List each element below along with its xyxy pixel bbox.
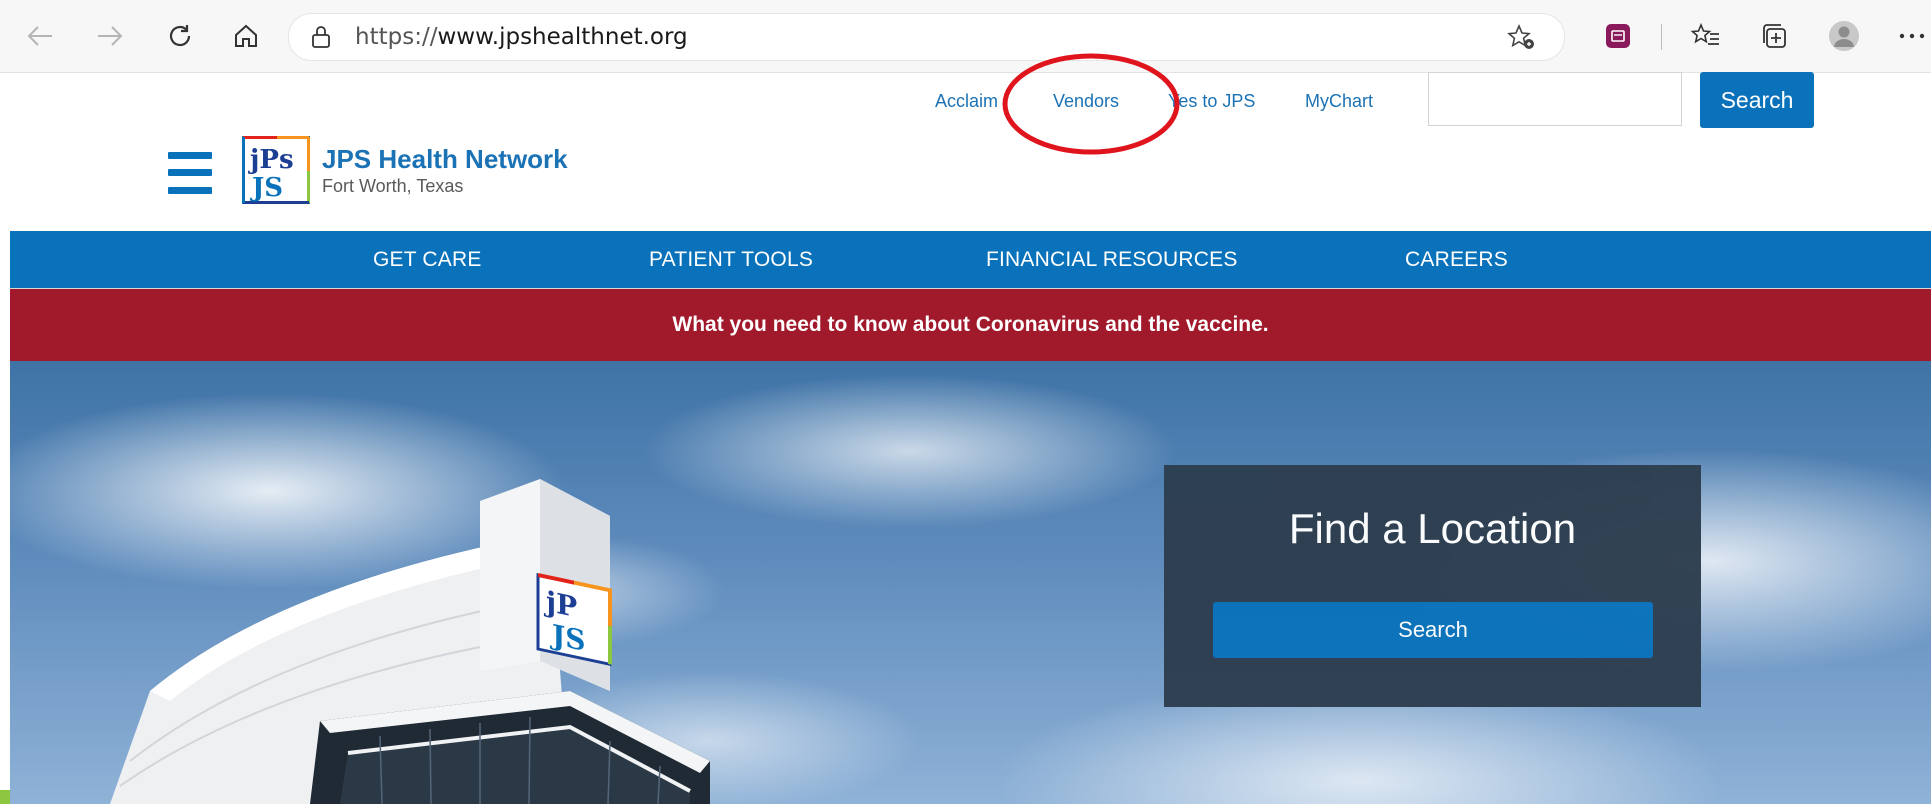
hospital-building-illustration: jP JS: [110, 479, 710, 804]
lock-icon: [312, 26, 330, 48]
favorites-button[interactable]: [1688, 18, 1724, 54]
utility-link-acclaim[interactable]: Acclaim: [935, 91, 998, 112]
jps-logo[interactable]: jPs JS: [241, 135, 311, 205]
toolbar-divider: [1661, 24, 1662, 50]
brand-name[interactable]: JPS Health Network: [322, 144, 568, 175]
back-arrow-icon: [27, 26, 52, 46]
alert-banner[interactable]: What you need to know about Coronavirus …: [10, 288, 1931, 361]
utility-link-yes-to-jps[interactable]: Yes to JPS: [1168, 91, 1255, 112]
utility-link-vendors[interactable]: Vendors: [1053, 91, 1119, 112]
nav-financial-resources[interactable]: FINANCIAL RESOURCES: [986, 248, 1238, 272]
alert-text[interactable]: What you need to know about Coronavirus …: [10, 313, 1931, 337]
find-location-title: Find a Location: [1288, 505, 1577, 552]
extension-button[interactable]: [1600, 18, 1636, 54]
menu-button[interactable]: [168, 152, 212, 194]
nav-patient-tools[interactable]: PATIENT TOOLS: [649, 248, 813, 272]
hamburger-line: [168, 187, 212, 194]
settings-more-button[interactable]: [1894, 18, 1930, 54]
avatar-icon: [1829, 21, 1859, 51]
forward-button[interactable]: [92, 18, 128, 54]
site-search-button[interactable]: Search: [1700, 72, 1814, 128]
add-favorite-icon: [1507, 23, 1534, 49]
hamburger-line: [168, 152, 212, 159]
profile-button[interactable]: [1826, 18, 1862, 54]
svg-text:JS: JS: [250, 173, 283, 203]
favorites-list-icon: [1691, 22, 1719, 45]
back-button[interactable]: [22, 18, 58, 54]
nav-careers[interactable]: CAREERS: [1405, 248, 1508, 272]
utility-link-mychart[interactable]: MyChart: [1305, 91, 1373, 112]
address-bar[interactable]: https://www.jpshealthnet.org: [288, 13, 1565, 61]
find-location-search-button[interactable]: Search: [1213, 602, 1653, 658]
browser-toolbar: https://www.jpshealthnet.org: [0, 0, 1931, 73]
find-location-card: Find a Location Search: [1164, 465, 1701, 707]
collections-button[interactable]: [1756, 18, 1792, 54]
collections-icon: [1763, 24, 1786, 48]
favorite-star-button[interactable]: [1506, 23, 1536, 55]
refresh-icon: [169, 25, 191, 47]
site-search-input[interactable]: [1428, 72, 1682, 126]
hamburger-line: [168, 169, 212, 176]
jps-logo-icon: jPs JS: [241, 135, 311, 205]
refresh-button[interactable]: [162, 18, 198, 54]
url-scheme: https://: [355, 24, 438, 50]
brand-location: Fort Worth, Texas: [322, 176, 464, 196]
svg-text:jPs: jPs: [248, 145, 294, 175]
nav-get-care[interactable]: GET CARE: [373, 248, 482, 272]
extension-icon: [1606, 24, 1630, 48]
home-button[interactable]: [228, 18, 264, 54]
more-icon: [1899, 33, 1925, 39]
forward-arrow-icon: [98, 26, 123, 46]
url-host: www.jpshealthnet.org: [437, 24, 688, 50]
main-navigation: GET CARE PATIENT TOOLS FINANCIAL RESOURC…: [10, 231, 1931, 288]
home-icon: [235, 24, 257, 47]
url-text[interactable]: https://www.jpshealthnet.org: [355, 24, 688, 50]
side-accent-strip: [0, 790, 10, 804]
